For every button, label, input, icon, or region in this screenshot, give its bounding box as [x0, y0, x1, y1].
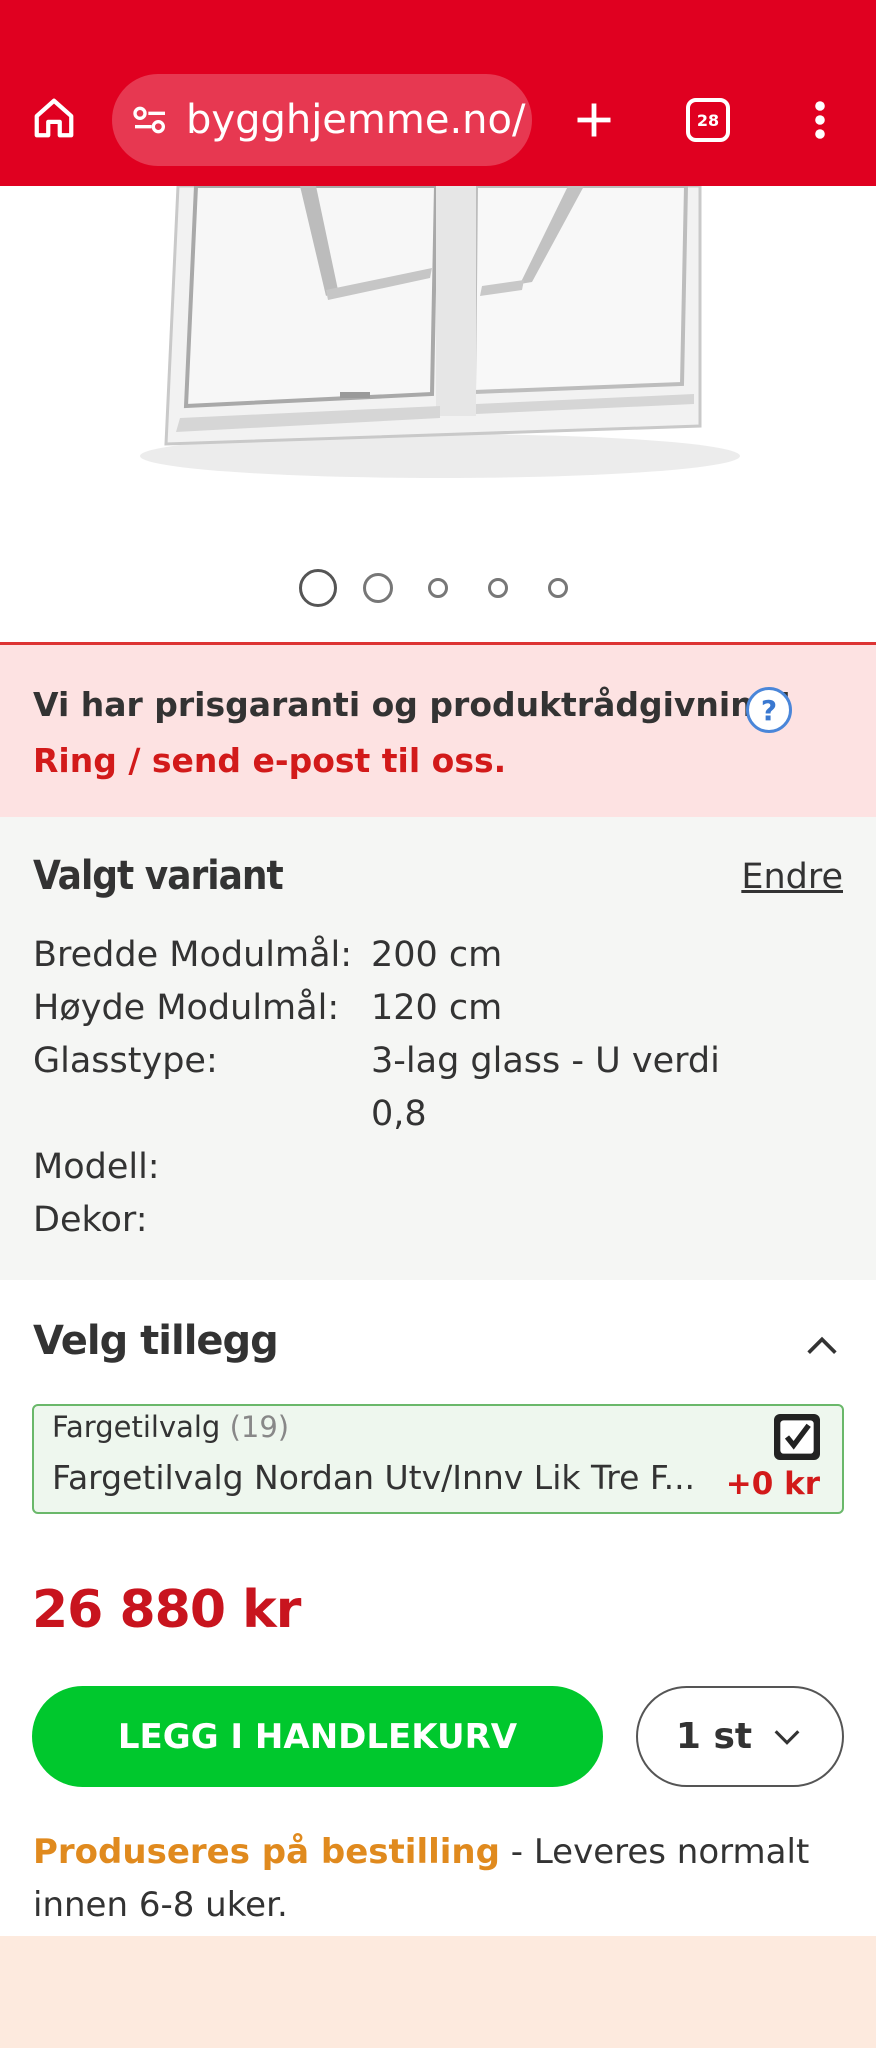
quantity-select[interactable]: 1 st	[636, 1686, 844, 1787]
spec-label-glass: Glasstype:	[33, 1041, 218, 1081]
price-guarantee-banner: Vi har prisgaranti og produktrådgivning!…	[0, 645, 876, 817]
selected-variant-section: Valgt variant Endre Bredde Modulmål: 200…	[0, 817, 876, 1280]
addons-section: Velg tillegg Fargetilvalg (19) Fargetilv…	[0, 1280, 876, 1936]
checkbox-checked-icon[interactable]	[774, 1414, 820, 1460]
spec-label-decor: Dekor:	[33, 1200, 148, 1240]
spec-value-height: 120 cm	[371, 988, 503, 1028]
availability-status: Produseres på bestilling	[33, 1832, 500, 1872]
help-icon[interactable]: ?	[746, 687, 792, 733]
add-to-cart-button[interactable]: LEGG I HANDLEKURV	[32, 1686, 603, 1787]
spec-label-width: Bredde Modulmål:	[33, 935, 353, 975]
chevron-down-icon	[774, 1729, 800, 1745]
availability-text: Produseres på bestilling - Leveres norma…	[33, 1826, 813, 1932]
home-icon[interactable]	[26, 90, 82, 146]
address-bar[interactable]: bygghjemme.no/	[112, 74, 532, 166]
carousel-dots	[0, 566, 876, 610]
addon-category-name: Fargetilvalg	[52, 1410, 221, 1444]
spec-value-width: 200 cm	[371, 935, 503, 975]
product-price: 26 880 kr	[32, 1580, 301, 1640]
plus-icon[interactable]	[566, 92, 622, 148]
browser-toolbar: bygghjemme.no/ 28	[0, 0, 876, 186]
quantity-value: 1 st	[675, 1716, 753, 1757]
spec-value-glass-cont: 0,8	[371, 1094, 427, 1134]
section-title: Valgt variant	[33, 853, 284, 899]
addon-price: +0 kr	[725, 1466, 820, 1502]
url-text[interactable]: bygghjemme.no/	[186, 97, 525, 143]
tabs-icon[interactable]: 28	[686, 98, 730, 142]
banner-text: Vi har prisgaranti og produktrådgivning!	[33, 685, 793, 724]
tune-icon[interactable]	[130, 100, 170, 140]
carousel-dot[interactable]	[363, 573, 393, 603]
carousel-dot[interactable]	[299, 569, 337, 607]
carousel-dot[interactable]	[548, 578, 568, 598]
addon-count: (19)	[229, 1410, 290, 1444]
spec-value-glass: 3-lag glass - U verdi	[371, 1041, 720, 1081]
addon-category: Fargetilvalg (19)	[52, 1410, 289, 1444]
chevron-up-icon[interactable]	[802, 1326, 842, 1366]
contact-link[interactable]: Ring / send e-post til oss.	[33, 741, 506, 780]
spec-label-height: Høyde Modulmål:	[33, 988, 340, 1028]
carousel-dot[interactable]	[428, 578, 448, 598]
more-vert-icon[interactable]	[800, 92, 840, 148]
spec-label-model: Modell:	[33, 1147, 160, 1187]
carousel-dot[interactable]	[488, 578, 508, 598]
addon-name: Fargetilvalg Nordan Utv/Innv Lik Tre F..…	[52, 1458, 696, 1497]
edit-variant-link[interactable]: Endre	[741, 857, 843, 897]
tab-count: 28	[696, 110, 720, 130]
addon-option[interactable]: Fargetilvalg (19) Fargetilvalg Nordan Ut…	[32, 1404, 844, 1514]
addons-title: Velg tillegg	[33, 1318, 279, 1364]
